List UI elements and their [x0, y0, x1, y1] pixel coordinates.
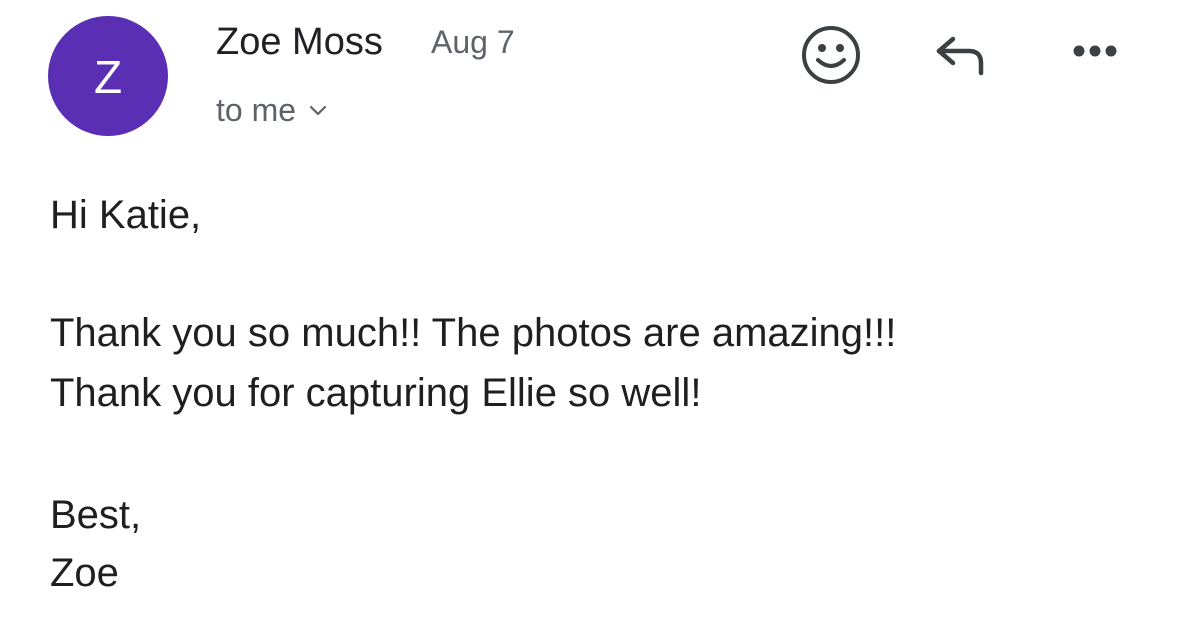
add-reaction-button[interactable]	[796, 20, 866, 90]
message-greeting: Hi Katie,	[50, 193, 202, 237]
recipient-label: to me	[216, 92, 297, 128]
smiley-icon	[802, 26, 860, 84]
more-options-icon	[1073, 45, 1117, 57]
sender-name[interactable]: Zoe Moss	[216, 20, 383, 64]
recipient-details-toggle[interactable]: to me	[216, 90, 328, 130]
reply-button[interactable]	[926, 24, 996, 84]
reply-icon	[936, 36, 984, 76]
chevron-down-icon	[309, 105, 327, 116]
message-line: Thank you for capturing Ellie so well!	[50, 371, 702, 415]
message-signoff: Best,	[50, 493, 142, 537]
sender-avatar[interactable]: Z	[48, 16, 168, 136]
message-line: Thank you so much!! The photos are amazi…	[50, 311, 897, 355]
message-signature: Zoe	[50, 551, 119, 595]
avatar-letter: Z	[93, 51, 123, 103]
more-options-button[interactable]	[1060, 26, 1130, 76]
sent-date: Aug 7	[431, 24, 515, 60]
